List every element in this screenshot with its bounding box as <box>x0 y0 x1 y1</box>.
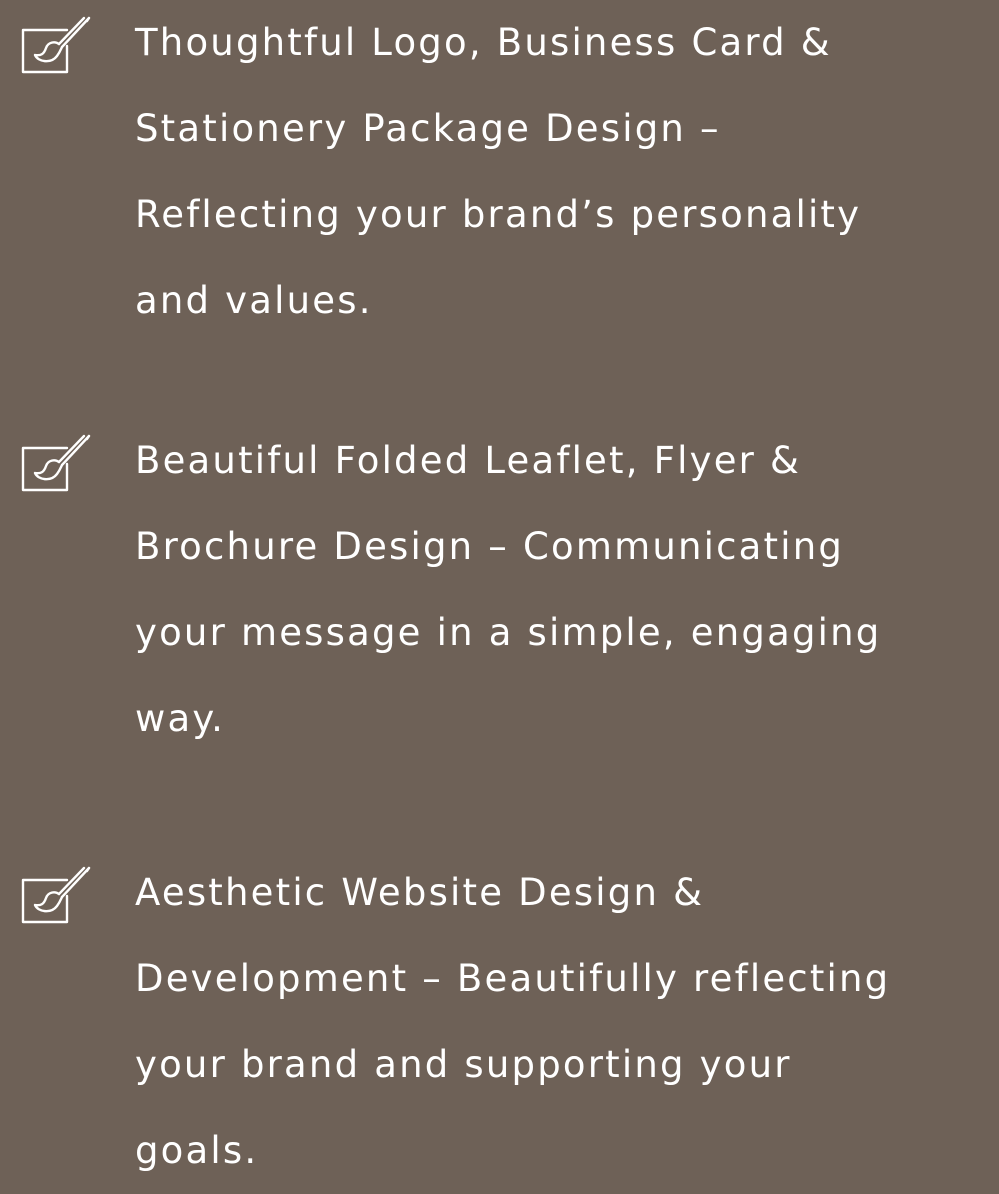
service-description: Aesthetic Website Design & Development –… <box>135 850 995 1194</box>
service-line: your message in a simple, engaging <box>135 611 882 654</box>
service-description: Thoughtful Logo, Business Card & Station… <box>135 0 995 344</box>
service-line: Stationery Package Design – <box>135 107 721 150</box>
paint-brush-icon <box>21 434 91 494</box>
service-line: Reflecting your brand’s personality <box>135 193 862 236</box>
service-line: Beautiful Folded Leaflet, Flyer & <box>135 439 802 482</box>
paint-brush-icon <box>21 866 91 926</box>
service-line: way. <box>135 697 226 740</box>
service-description: Beautiful Folded Leaflet, Flyer & Brochu… <box>135 418 995 762</box>
paint-brush-icon <box>21 16 91 76</box>
service-line: Aesthetic Website Design & <box>135 871 705 914</box>
service-line: Brochure Design – Communicating <box>135 525 845 568</box>
service-line: Development – Beautifully reflecting <box>135 957 891 1000</box>
services-list: Thoughtful Logo, Business Card & Station… <box>0 0 999 1175</box>
service-line: and values. <box>135 279 373 322</box>
service-line: goals. <box>135 1129 259 1172</box>
service-line: Thoughtful Logo, Business Card & <box>135 21 832 64</box>
service-line: your brand and supporting your <box>135 1043 792 1086</box>
